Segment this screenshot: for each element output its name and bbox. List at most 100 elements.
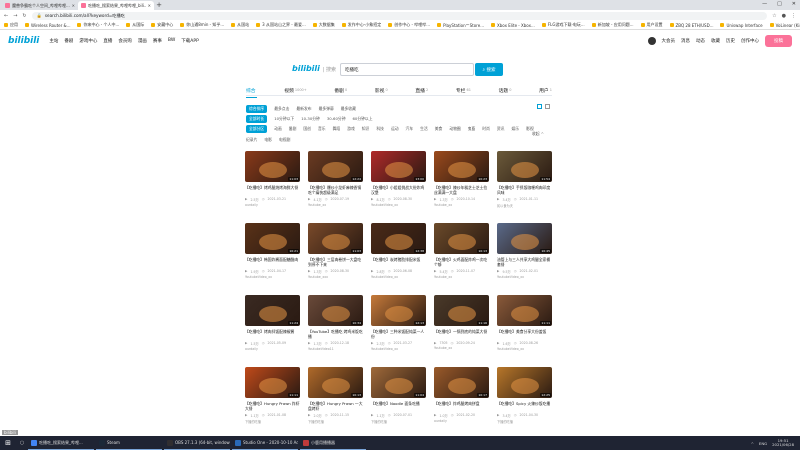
list-view-icon[interactable] xyxy=(545,104,550,109)
video-card[interactable]: 11:04 【吃播吃】Noodle 面条吃播 ▶ 1.1万 ◷ 2020-07-01 下播的… xyxy=(371,367,426,436)
video-thumbnail[interactable]: 10:17 xyxy=(434,367,489,398)
upload-button[interactable]: 投稿 xyxy=(765,34,792,47)
filter-option[interactable]: 10-30分钟 xyxy=(301,116,320,122)
uploader-name[interactable]: YoutubeVideo11 xyxy=(308,347,363,351)
tab-6[interactable]: 话题 0 xyxy=(499,85,512,95)
bilibili-logo[interactable]: bilibili xyxy=(8,36,39,46)
tab-1[interactable]: 视频 1000+ xyxy=(284,85,306,95)
uploader-name[interactable]: 民以食为天 xyxy=(497,203,552,208)
nav-link[interactable]: 漫画 xyxy=(138,38,147,44)
browser-tab-active[interactable]: 吃播吃_搜索结果_哔哩哔哩_bili... ✕ xyxy=(78,1,154,10)
uploader-name[interactable]: ourdaily xyxy=(245,203,300,207)
video-thumbnail[interactable]: 13:00 xyxy=(371,151,426,182)
uploader-name[interactable]: YoutubeVideo_xx xyxy=(497,275,552,279)
browser-tab[interactable]: 魔兽争霸吃个人空间_哔哩哔哩... ✕ xyxy=(2,1,78,10)
video-title[interactable]: 【吃播吃】辣炒年糕芝士芝士拉丝满满一大盘 xyxy=(434,185,489,195)
avatar[interactable] xyxy=(647,36,656,45)
video-title[interactable]: 【吃播吃】韩国炸酱面配糖醋肉 xyxy=(245,257,300,267)
video-thumbnail[interactable]: 11:54 xyxy=(497,151,552,182)
filter-option[interactable]: 60分钟以上 xyxy=(353,116,373,122)
filter-option[interactable]: 电影 xyxy=(264,137,272,143)
video-card[interactable]: 11:11 【吃播吃】Hungry Prawn 炸虾大餐 ▶ 1.1万 ◷ 2021-01… xyxy=(245,367,300,436)
bookmark-item[interactable]: 大数据集 xyxy=(312,22,335,28)
video-title[interactable]: 【吃播吃】美食分享大份盖饭 xyxy=(497,329,552,339)
nav-link[interactable]: 番剧 xyxy=(64,38,73,44)
video-thumbnail[interactable]: 10:13 xyxy=(308,367,363,398)
filter-option[interactable]: 运动 xyxy=(391,126,399,132)
video-card[interactable]: 12:38 【吃播吃】炭烤猪肋排配米饭 ▶ 2.8万 ◷ 2020-06-08 Youtub… xyxy=(371,223,426,292)
menu-icon[interactable]: ⋮ xyxy=(791,13,796,19)
reload-icon[interactable]: ↻ xyxy=(22,13,26,19)
uploader-name[interactable]: Youtube_xx xyxy=(434,275,489,279)
video-thumbnail[interactable]: 10:23 xyxy=(434,151,489,182)
tab-7[interactable]: 用户 1 xyxy=(539,85,552,95)
bookmark-item[interactable]: 创作中心 - 哔哩哔... xyxy=(388,22,430,28)
video-title[interactable]: 【吃播吃】Noodle 面条吃播 xyxy=(371,401,426,411)
video-thumbnail[interactable]: 10:45 xyxy=(497,223,552,254)
filter-option[interactable]: 10分钟以下 xyxy=(274,116,294,122)
video-card[interactable]: 10:45 油管上与三人共享大鸡腿全家桶套餐 ▶ 9.5万 ◷ 2021-02-01 You… xyxy=(497,223,552,292)
close-tab-icon[interactable]: ✕ xyxy=(72,3,75,8)
bookmark-item[interactable]: 从国站 xyxy=(231,22,249,28)
video-card[interactable]: 11:54 【吃播吃】手抓饭咖喱鸡肉印度风味 ▶ 3.4万 ◷ 2021-01-11 民以食… xyxy=(497,151,552,220)
user-nav-link[interactable]: 收藏 xyxy=(711,38,720,44)
address-bar[interactable]: 🔒 search.bilibili.com/all?keyword=吃播吃 xyxy=(31,11,768,20)
video-title[interactable]: 【YouTube】吃播吃 烤鸡米饭吃播 xyxy=(308,329,363,339)
filter-option[interactable]: 生活 xyxy=(420,126,428,132)
tray-expand-icon[interactable]: ^ xyxy=(751,441,754,446)
grid-view-icon[interactable] xyxy=(537,104,542,109)
video-thumbnail[interactable]: 11:24 xyxy=(245,295,300,326)
bookmark-item[interactable]: PlayStation™Store... xyxy=(437,23,484,28)
language-indicator[interactable]: ENG xyxy=(759,441,767,446)
filter-option[interactable]: 知识 xyxy=(362,126,370,132)
filter-option[interactable]: 综合排序 xyxy=(246,105,268,113)
tab-2[interactable]: 番剧 0 xyxy=(334,85,347,95)
uploader-name[interactable]: YoutubeVideo_xx xyxy=(371,347,426,351)
new-tab-button[interactable]: + xyxy=(154,1,164,10)
filter-option[interactable]: 最新发布 xyxy=(296,106,311,112)
video-thumbnail[interactable]: 12:25 xyxy=(497,367,552,398)
video-card[interactable]: 11:03 【吃播吃】烤鸡腿烧烤海鲜大餐 ▶ 2.5万 ◷ 2021-03-21 ourda… xyxy=(245,151,300,220)
video-card[interactable]: 13:00 【吃播吃】小姐姐挑战大份炸鸡汉堡 ▶ 8.1万 ◷ 2020-08-30 You… xyxy=(371,151,426,220)
filter-option[interactable]: 音乐 xyxy=(318,126,326,132)
filter-option[interactable]: 时尚 xyxy=(482,126,490,132)
tab-0[interactable]: 综合 xyxy=(246,85,257,98)
bookmark-item[interactable]: Wireless Router &... xyxy=(25,23,70,28)
bookmark-item[interactable]: Xbox Elite - Xbox... xyxy=(491,23,535,28)
filter-option[interactable]: 国创 xyxy=(303,126,311,132)
user-nav-link[interactable]: 动态 xyxy=(696,38,705,44)
close-tab-icon[interactable]: ✕ xyxy=(148,3,151,8)
video-card[interactable]: 10:13 【吃播吃】Hungry Prawn 一大盘烤虾 ▶ 2.0万 ◷ 2020-1… xyxy=(308,367,363,436)
nav-link[interactable]: 会员购 xyxy=(118,38,132,44)
taskbar-app[interactable]: 小鹿用播播器 xyxy=(300,436,366,450)
bookmark-item[interactable]: 你来中心 - 个人中... xyxy=(77,22,119,28)
uploader-name[interactable]: Youtube_xx xyxy=(434,346,489,350)
video-title[interactable]: 【吃播吃】炭烤猪肋排配米饭 xyxy=(371,257,426,267)
filter-option[interactable]: 全部分区 xyxy=(246,125,268,133)
tab-5[interactable]: 专栏 61 xyxy=(456,85,471,95)
uploader-name[interactable]: ourdaily xyxy=(434,419,489,423)
video-title[interactable]: 【吃播吃】Spicy 火辣炒饭吃播 xyxy=(497,401,552,411)
user-nav-link[interactable]: 历史 xyxy=(726,38,735,44)
video-title[interactable]: 【吃播吃】三种米饭配炖菜一人份 xyxy=(371,329,426,339)
user-nav-link[interactable]: 创作中心 xyxy=(741,38,759,44)
video-card[interactable]: 10:23 【吃播吃】辣炒年糕芝士芝士拉丝满满一大盘 ▶ 1.3万 ◷ 2020-10-1… xyxy=(434,151,489,220)
video-card[interactable]: 12:25 【吃播吃】Spicy 火辣炒饭吃播 ▶ 3.4万 ◷ 2021-04-30 下播… xyxy=(497,367,552,436)
video-title[interactable]: 【吃播吃】小姐姐挑战大份炸鸡汉堡 xyxy=(371,185,426,195)
close-window-button[interactable]: ✕ xyxy=(792,1,796,7)
video-card[interactable]: 10:21 【吃播吃】韩国炸酱面配糖醋肉 ▶ 1.9万 ◷ 2021-04-17 Youtu… xyxy=(245,223,300,292)
uploader-name[interactable]: Youtube_xxx xyxy=(308,275,363,279)
video-card[interactable]: 11:16 【吃播吃】一锅到底的炖菜大餐 ▶ 7305 ◷ 2020-09-24 Youtu… xyxy=(434,295,489,364)
video-card[interactable]: 11:03 【吃播吃】三层肉卷饼一大盘吃到停不下来 ▶ 1.3万 ◷ 2020-08-30… xyxy=(308,223,363,292)
minimize-button[interactable]: — xyxy=(762,1,767,7)
user-nav-link[interactable]: 消息 xyxy=(681,38,690,44)
video-card[interactable]: 11:24 【吃播吃】烤肉拌饭配辣椒酱 ▶ 1.5万 ◷ 2021-05-09 ourdai… xyxy=(245,295,300,364)
star-icon[interactable]: ☆ xyxy=(772,13,776,19)
video-title[interactable]: 【吃播吃】烤鸡腿烧烤海鲜大餐 xyxy=(245,185,300,195)
filter-option[interactable]: 最多弹幕 xyxy=(319,106,334,112)
video-title[interactable]: 【吃播吃】Hungry Prawn 一大盘烤虾 xyxy=(308,401,363,411)
bookmark-item[interactable]: 新加坡 - 应用问题... xyxy=(591,22,634,28)
nav-link[interactable]: 直播 xyxy=(103,38,112,44)
video-title[interactable]: 【吃播吃】三层肉卷饼一大盘吃到停不下来 xyxy=(308,257,363,267)
filter-option[interactable]: 最多收藏 xyxy=(341,106,356,112)
